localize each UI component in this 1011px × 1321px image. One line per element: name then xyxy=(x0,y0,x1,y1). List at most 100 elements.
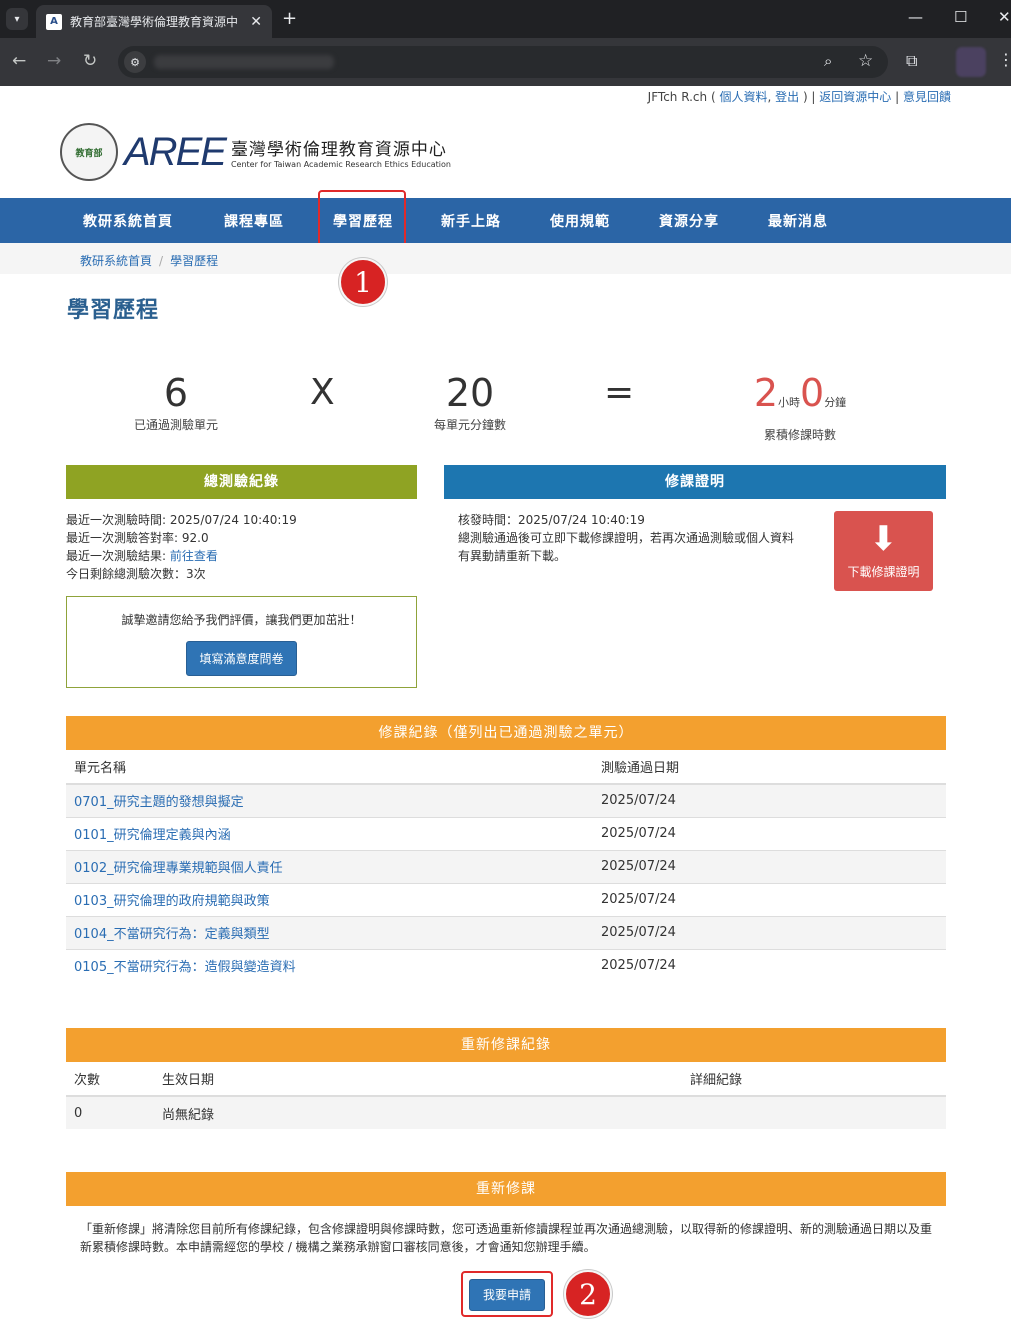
col-count: 次數 xyxy=(66,1062,154,1097)
table-row: 0102_研究倫理專業規範與個人責任 2025/07/24 xyxy=(66,849,946,883)
table-row: 0103_研究倫理的政府規範與政策 2025/07/24 xyxy=(66,882,946,916)
extensions-icon[interactable]: ⧉ xyxy=(906,51,917,71)
last-test-rate: 最近一次測驗答對率: 92.0 xyxy=(66,531,209,545)
pass-date: 2025/07/24 xyxy=(593,882,946,916)
site-logo[interactable]: 教育部 AREE 臺灣學術倫理教育資源中心 Center for Taiwan … xyxy=(60,122,451,182)
bookmark-star-icon[interactable]: ☆ xyxy=(858,51,873,71)
certificate-header: 修課證明 xyxy=(444,465,946,499)
breadcrumb: 教研系統首頁 / 學習歷程 xyxy=(0,243,1011,274)
unit-link[interactable]: 0103_研究倫理的政府規範與政策 xyxy=(74,894,270,909)
equals-sign: = xyxy=(604,372,635,413)
last-test-result-label: 最近一次測驗結果: xyxy=(66,549,170,563)
retake-record-header: 重新修課紀錄 xyxy=(66,1028,946,1062)
maximize-icon[interactable]: ☐ xyxy=(954,8,967,26)
download-certificate-label: 下載修課證明 xyxy=(847,565,920,579)
minutes-per-unit-value: 20 xyxy=(445,371,495,415)
minutes-unit: 分鐘 xyxy=(824,396,847,409)
nav-item-getting-started[interactable]: 新手上路 xyxy=(441,211,501,231)
col-detail: 詳細紀錄 xyxy=(682,1062,946,1097)
breadcrumb-current[interactable]: 學習歷程 xyxy=(170,254,218,268)
test-record-info: 最近一次測驗時間: 2025/07/24 10:40:19 最近一次測驗答對率:… xyxy=(66,511,417,583)
breadcrumb-home[interactable]: 教研系統首頁 xyxy=(80,254,152,268)
col-pass-date: 測驗通過日期 xyxy=(593,750,946,785)
certificate-note: 總測驗通過後可立即下載修課證明，若再次通過測驗或個人資料有異動請重新下載。 xyxy=(458,531,795,563)
browser-tab-strip: ▾ A 教育部臺灣學術倫理教育資源中 ✕ + — ☐ ✕ xyxy=(0,0,1011,38)
survey-box: 誠摯邀請您給予我們評價，讓我們更加茁壯！ 填寫滿意度問卷 xyxy=(66,596,417,688)
aree-logo-mark: AREE xyxy=(124,129,227,174)
table-row: 0104_不當研究行為：定義與類型 2025/07/24 xyxy=(66,915,946,949)
browser-toolbar: ← → ↻ ⚙ ⌕ ☆ ⧉ ⋮ xyxy=(0,38,1011,86)
browser-tab[interactable]: A 教育部臺灣學術倫理教育資源中 ✕ xyxy=(36,5,272,38)
col-unit-name: 單元名稱 xyxy=(66,750,593,785)
retake-description: 「重新修課」將清除您目前所有修課紀錄，包含修課證明與修課時數，您可透過重新修讀課… xyxy=(80,1222,933,1254)
close-window-icon[interactable]: ✕ xyxy=(998,8,1011,26)
unit-link[interactable]: 0104_不當研究行為：定義與類型 xyxy=(74,927,270,942)
ministry-seal-logo: 教育部 xyxy=(60,123,118,181)
remaining-attempts: 今日剩餘總測驗次數：3次 xyxy=(66,567,206,581)
unit-link[interactable]: 0102_研究倫理專業規範與個人責任 xyxy=(74,861,283,876)
minutes-value: 0 xyxy=(800,371,825,415)
unit-link[interactable]: 0101_研究倫理定義與內涵 xyxy=(74,828,231,843)
main-nav: 教研系統首頁 課程專區 學習歷程 新手上路 使用規範 資源分享 最新消息 xyxy=(0,198,1011,243)
last-test-time: 最近一次測驗時間: 2025/07/24 10:40:19 xyxy=(66,513,297,527)
tab-title: 教育部臺灣學術倫理教育資源中 xyxy=(70,15,239,29)
page-title: 學習歷程 xyxy=(67,298,160,323)
pass-date: 2025/07/24 xyxy=(593,849,946,883)
course-record-header: 修課紀錄（僅列出已通過測驗之單元） xyxy=(66,716,946,750)
table-row: 0105_不當研究行為：造假與變造資料 2025/07/24 xyxy=(66,948,946,982)
logo-title-en: Center for Taiwan Academic Research Ethi… xyxy=(230,160,451,169)
forward-icon[interactable]: → xyxy=(47,51,61,71)
url-text-blurred xyxy=(154,55,334,69)
pass-date: 2025/07/24 xyxy=(593,816,946,850)
apply-retake-button[interactable]: 我要申請 xyxy=(469,1279,545,1311)
tab-search-dropdown-icon[interactable]: ▾ xyxy=(6,8,28,30)
stat-total-hours: 2小時0分鐘 累積修課時數 xyxy=(730,370,870,443)
col-effective-date: 生效日期 xyxy=(154,1062,682,1097)
hours-unit: 小時 xyxy=(778,396,800,409)
retake-count: 0 xyxy=(66,1095,154,1129)
download-icon: ⬇ xyxy=(869,519,898,559)
minimize-icon[interactable]: — xyxy=(908,8,923,26)
course-record-table: 單元名稱 測驗通過日期 0701_研究主題的發想與擬定 2025/07/24 01… xyxy=(66,750,946,982)
reload-icon[interactable]: ↻ xyxy=(83,51,97,71)
annotation-marker-1: 1 xyxy=(339,258,387,306)
site-favicon-icon: A xyxy=(46,13,62,30)
browser-menu-icon[interactable]: ⋮ xyxy=(998,50,1011,69)
profile-link[interactable]: 個人資料 xyxy=(719,90,767,104)
table-row: 0701_研究主題的發想與擬定 2025/07/24 xyxy=(66,783,946,817)
unit-link[interactable]: 0105_不當研究行為：造假與變造資料 xyxy=(74,960,296,975)
highlight-box-nav xyxy=(318,190,406,249)
pass-date: 2025/07/24 xyxy=(593,915,946,949)
nav-item-courses[interactable]: 課程專區 xyxy=(224,211,284,231)
site-info-icon[interactable]: ⚙ xyxy=(124,51,146,73)
table-row: 0 尚無紀錄 xyxy=(66,1095,946,1129)
nav-item-news[interactable]: 最新消息 xyxy=(768,211,828,231)
close-tab-icon[interactable]: ✕ xyxy=(250,14,262,30)
pass-date: 2025/07/24 xyxy=(593,948,946,982)
feedback-link[interactable]: 意見回饋 xyxy=(903,90,951,104)
hours-value: 2 xyxy=(753,371,778,415)
back-icon[interactable]: ← xyxy=(12,51,26,71)
logo-title-zh: 臺灣學術倫理教育資源中心 xyxy=(230,140,447,160)
test-record-header: 總測驗紀錄 xyxy=(66,465,417,499)
zoom-icon[interactable]: ⌕ xyxy=(824,52,832,70)
back-to-center-link[interactable]: 返回資源中心 xyxy=(819,90,891,104)
address-bar[interactable]: ⚙ ⌕ ☆ xyxy=(118,46,888,78)
multiply-sign: X xyxy=(310,372,335,413)
survey-button[interactable]: 填寫滿意度問卷 xyxy=(186,641,297,676)
new-tab-button[interactable]: + xyxy=(282,8,297,29)
pass-date: 2025/07/24 xyxy=(593,783,946,817)
retake-detail xyxy=(682,1095,946,1129)
certificate-issue-time: 核發時間：2025/07/24 10:40:19 xyxy=(458,513,645,527)
survey-text: 誠摯邀請您給予我們評價，讓我們更加茁壯！ xyxy=(121,613,362,627)
nav-item-rules[interactable]: 使用規範 xyxy=(550,211,610,231)
nav-item-home[interactable]: 教研系統首頁 xyxy=(83,211,173,231)
unit-link[interactable]: 0701_研究主題的發想與擬定 xyxy=(74,795,244,810)
profile-avatar[interactable] xyxy=(956,47,986,77)
retake-record-table: 次數 生效日期 詳細紀錄 0 尚無紀錄 xyxy=(66,1062,946,1129)
units-passed-label: 已通過測驗單元 xyxy=(133,418,218,432)
logout-link[interactable]: 登出 xyxy=(775,90,799,104)
download-certificate-button[interactable]: ⬇ 下載修課證明 xyxy=(834,511,933,591)
nav-item-resources[interactable]: 資源分享 xyxy=(659,211,719,231)
view-result-link[interactable]: 前往查看 xyxy=(170,549,218,563)
